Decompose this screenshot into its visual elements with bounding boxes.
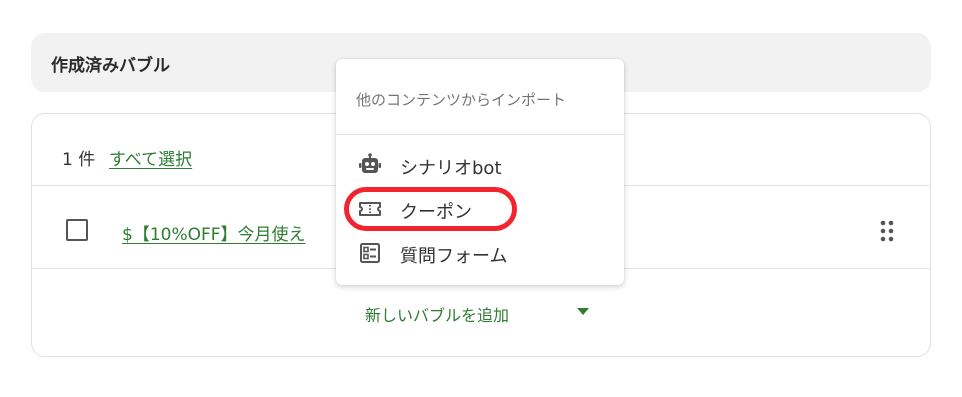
bubble-title-link[interactable]: $【10%OFF】今月使え: [122, 220, 342, 245]
select-all-link[interactable]: すべて選択: [109, 145, 192, 170]
dropdown-divider: [336, 134, 624, 135]
add-bubble-label: 新しいバブルを追加: [365, 306, 510, 325]
drag-handle-icon[interactable]: [880, 220, 894, 246]
form-icon: [358, 241, 382, 265]
section-title: 作成済みバブル: [51, 56, 170, 76]
dropdown-header: 他のコンテンツからインポート: [356, 91, 567, 109]
robot-icon: [358, 153, 382, 177]
item-checkbox[interactable]: [66, 219, 88, 241]
ticket-icon: [358, 197, 382, 221]
menu-item-coupon[interactable]: クーポン: [336, 187, 624, 231]
menu-item-scenario-bot[interactable]: シナリオbot: [336, 143, 624, 187]
import-dropdown-menu: 他のコンテンツからインポート シナリオbot クーポン 質問フォーム: [336, 59, 624, 285]
menu-item-label: シナリオbot: [400, 158, 502, 179]
menu-item-label: 質問フォーム: [400, 246, 508, 267]
item-count: 1 件: [62, 150, 96, 170]
caret-down-icon[interactable]: [577, 308, 589, 315]
menu-item-label: クーポン: [400, 202, 472, 223]
menu-item-question-form[interactable]: 質問フォーム: [336, 231, 624, 275]
